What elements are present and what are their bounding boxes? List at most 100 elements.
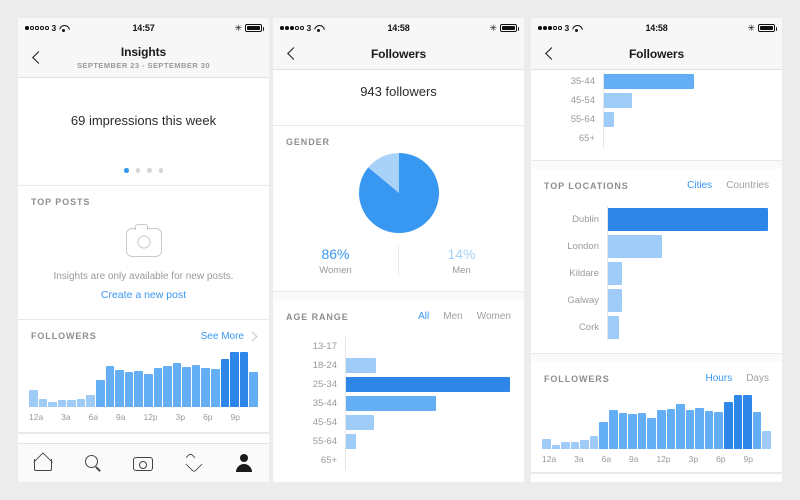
hour-bar: [143, 374, 153, 407]
tab-countries[interactable]: Countries: [726, 180, 769, 191]
hour-bar: [714, 412, 723, 449]
hour-bar: [570, 442, 580, 449]
axis-tick: 3a: [61, 411, 71, 422]
bar: [604, 112, 614, 127]
axis-tick: 6a: [88, 411, 99, 422]
axis-tick: [249, 412, 258, 422]
bar-track: [345, 375, 510, 394]
page-title: Insights: [120, 45, 167, 59]
tab-days[interactable]: Days: [746, 373, 769, 384]
signal-dots-icon: [25, 26, 49, 30]
impressions-summary: 69 impressions this week: [18, 78, 269, 162]
axis-tick: 3p: [688, 454, 699, 464]
hour-bar: [704, 410, 714, 449]
followers-header: FOLLOWERS Hours Days: [531, 362, 782, 393]
top-locations-card: TOP LOCATIONS Cities Countries Dublin Lond…: [531, 169, 782, 354]
create-post-link[interactable]: Create a new post: [18, 289, 269, 301]
wifi-icon: [314, 25, 323, 32]
hour-bar: [249, 371, 258, 407]
bar-row: 18-24: [279, 356, 510, 375]
men-label: Men: [452, 265, 471, 276]
panel1-scroll[interactable]: 69 impressions this week TOP POSTS Insig…: [18, 78, 269, 482]
nav-center: Followers: [273, 38, 524, 69]
hour-bar: [618, 413, 628, 449]
search-icon[interactable]: [82, 452, 104, 474]
heart-icon[interactable]: [178, 447, 209, 478]
what-do-these-mean-button[interactable]: What do these mean?: [531, 473, 782, 482]
signal-dots-icon: [280, 26, 304, 30]
hour-bar: [57, 400, 67, 407]
followers-count: 943 followers: [273, 70, 524, 125]
signal-dots-icon: [538, 26, 562, 30]
bar-label: 25-34: [312, 379, 337, 390]
tab-hours[interactable]: Hours: [706, 373, 733, 384]
tab-men[interactable]: Men: [443, 311, 462, 322]
axis-tick: [158, 412, 167, 422]
nav-bar: Insights SEPTEMBER 23 - SEPTEMBER 30: [18, 38, 269, 78]
bar-label: 55-64: [570, 114, 595, 125]
carousel-dot[interactable]: [147, 168, 152, 173]
bar-row: Kildare: [537, 260, 768, 287]
axis-tick: [639, 454, 648, 464]
bar-track: [603, 129, 768, 148]
nav-center: Followers: [531, 38, 782, 69]
hour-bar: [29, 389, 38, 407]
axis-tick: [707, 454, 716, 464]
bar-label: Cork: [578, 322, 599, 333]
bar-track: [607, 314, 768, 341]
bar-label: 13-17: [312, 341, 337, 352]
bar-track: [345, 356, 510, 375]
panel3-scroll[interactable]: 35-44 45-54 55-64 65+ TOP LOCATIONS Cities C…: [531, 70, 782, 482]
tab-women[interactable]: Women: [477, 311, 511, 322]
carousel-dot[interactable]: [124, 168, 129, 173]
axis-tick: [584, 454, 593, 464]
carrier-label: 3: [564, 23, 570, 33]
hour-bar: [239, 352, 249, 407]
carousel-dot[interactable]: [158, 168, 163, 173]
hour-bar: [191, 365, 201, 407]
bar-label: 18-24: [312, 360, 337, 371]
bar-label: 45-54: [312, 417, 337, 428]
axis-tick: [126, 412, 135, 422]
axis-tick: [593, 454, 602, 464]
home-icon[interactable]: [32, 452, 54, 474]
bar: [604, 93, 632, 108]
tab-all[interactable]: All: [418, 311, 429, 322]
women-percent: 86%: [321, 246, 350, 262]
hour-bar: [580, 440, 589, 449]
hours-chart: 12a 3a 6a 9a 12p 3p 6p 9p: [531, 393, 782, 464]
women-label: Women: [319, 265, 352, 276]
axis-tick: [80, 412, 89, 422]
phone-panel-insights: 3 14:57 ✳ Insights SEPTEMBER 23 - SEPTEM…: [18, 18, 269, 482]
page-title: Followers: [370, 46, 427, 61]
profile-icon[interactable]: [233, 452, 255, 474]
status-left: 3: [538, 23, 645, 33]
panel2-scroll[interactable]: 943 followers GENDER 86% Women 14% Men A…: [273, 70, 524, 482]
axis-tick: 12p: [656, 454, 671, 464]
axis-tick: [735, 454, 744, 464]
hour-bar: [230, 352, 239, 407]
axis-tick: 3a: [574, 454, 584, 464]
carousel-dot[interactable]: [135, 168, 140, 173]
axis-tick: [762, 454, 771, 464]
hours-axis-labels: 12a 3a 6a 9a 12p 3p 6p 9p: [542, 454, 771, 464]
legend-women: 86% Women: [273, 246, 398, 276]
hour-bar: [752, 412, 762, 449]
axis-tick: [556, 454, 565, 464]
status-bar: 3 14:58 ✳: [273, 18, 524, 38]
see-more-button[interactable]: See More: [201, 331, 258, 342]
axis-tick: [620, 454, 629, 464]
bar: [608, 262, 623, 285]
hour-bar: [685, 409, 695, 449]
camera-icon[interactable]: [132, 452, 154, 474]
hour-bar: [542, 438, 551, 449]
carousel-dots[interactable]: [18, 162, 269, 186]
age-range-partial-bars: 35-44 45-54 55-64 65+: [531, 70, 782, 160]
tab-cities[interactable]: Cities: [687, 180, 712, 191]
followers-hours-card: FOLLOWERS Hours Days 12a 3a 6a 9a 12p 3p 6p 9p: [531, 362, 782, 473]
hour-bar: [220, 358, 230, 407]
bar-label: Dublin: [572, 214, 599, 225]
hour-bar: [67, 400, 76, 407]
axis-tick: 6a: [601, 454, 612, 464]
bar-label: 55-64: [312, 436, 337, 447]
